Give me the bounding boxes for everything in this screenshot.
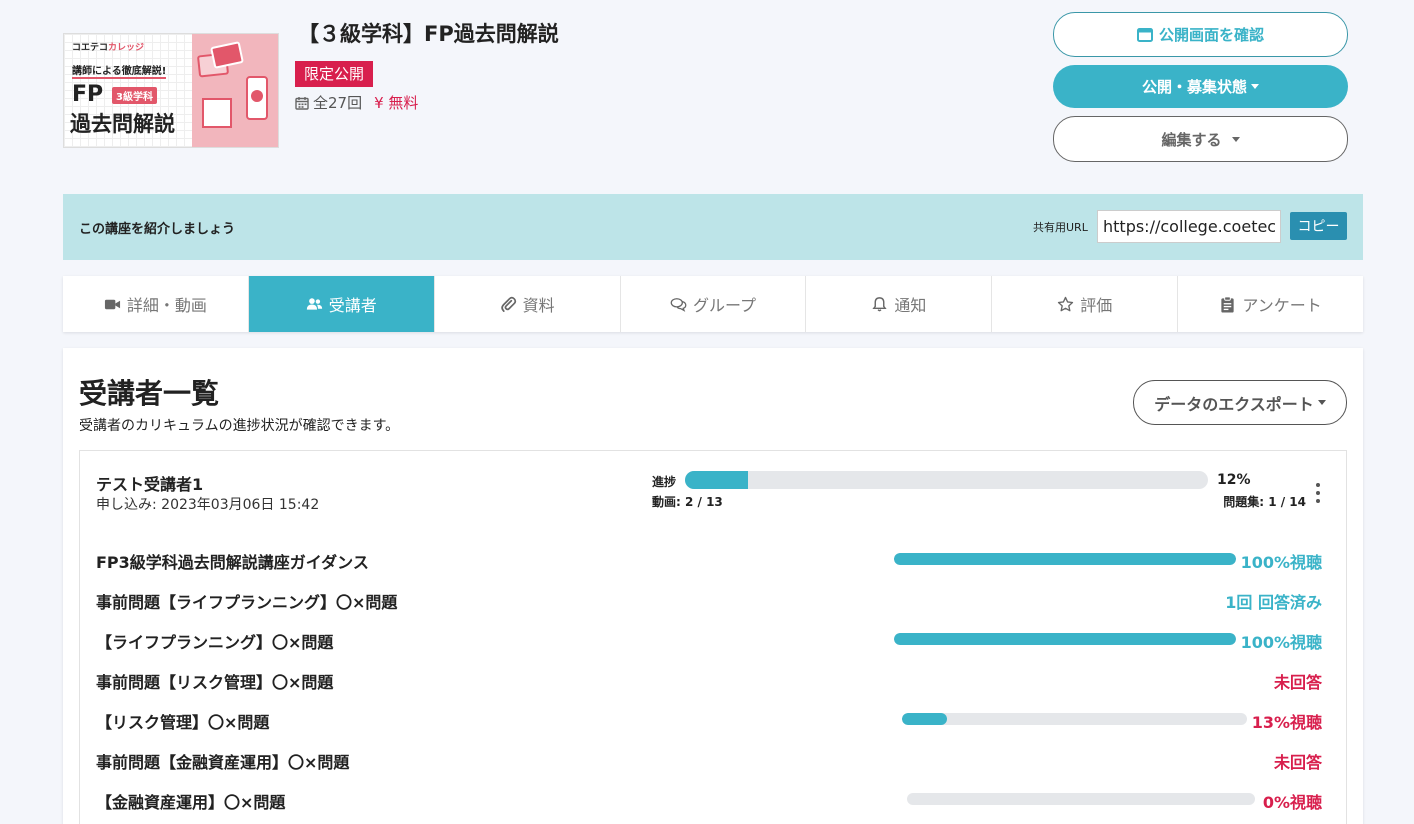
curriculum-row: 【金融資産運用】〇×問題 0%視聴 <box>96 787 1322 812</box>
curriculum-row: 事前問題【金融資産運用】〇×問題 未回答 <box>96 747 1322 772</box>
edit-button-label: 編集する <box>1161 130 1222 149</box>
tab-label: 通知 <box>894 296 927 315</box>
curriculum-status: 1回 回答済み <box>1225 593 1322 612</box>
curriculum-status: 13%視聴 <box>1251 713 1322 732</box>
edit-dropdown-button[interactable]: 編集する <box>1053 116 1348 162</box>
export-dropdown-button[interactable]: データのエクスポート <box>1133 380 1347 425</box>
curriculum-title: FP3級学科過去問解説講座ガイダンス <box>96 553 369 572</box>
preview-button[interactable]: 公開画面を確認 <box>1053 12 1348 57</box>
curriculum-status: 0%視聴 <box>1262 793 1322 812</box>
tab-label: 受講者 <box>328 296 377 315</box>
tab-label: 詳細・動画 <box>126 296 207 315</box>
progress-fill <box>894 553 1236 565</box>
thumbnail-badge: 3級学科 <box>112 87 157 104</box>
curriculum-title: 事前問題【リスク管理】〇×問題 <box>96 673 334 692</box>
tab-notifications[interactable]: 通知 <box>806 276 993 332</box>
status-button-label: 公開・募集状態 <box>1141 78 1247 96</box>
student-name: テスト受講者1 <box>96 475 204 494</box>
card-icon <box>210 41 244 69</box>
curriculum-status: 100%視聴 <box>1240 553 1322 572</box>
star-icon <box>1058 296 1074 311</box>
curriculum-title: 【ライフプランニング】〇×問題 <box>96 633 334 652</box>
visibility-badge: 限定公開 <box>295 61 374 87</box>
curriculum-title: 事前問題【金融資産運用】〇×問題 <box>96 753 350 772</box>
more-options-icon[interactable] <box>1313 483 1323 503</box>
course-price: ¥ 無料 <box>374 94 419 112</box>
chat-bubbles-icon <box>670 297 687 312</box>
tab-label: アンケート <box>1242 296 1322 315</box>
thumbnail-illustration <box>192 34 278 147</box>
video-count: 動画: 2 / 13 <box>652 495 723 509</box>
tab-groups[interactable]: グループ <box>621 276 807 332</box>
users-icon <box>306 297 322 310</box>
video-camera-icon <box>104 299 120 309</box>
curriculum-progress-bar <box>894 553 1236 565</box>
curriculum-row: 事前問題【リスク管理】〇×問題 未回答 <box>96 667 1322 692</box>
export-button-label: データのエクスポート <box>1154 394 1314 414</box>
curriculum-title: 【金融資産運用】〇×問題 <box>96 793 286 812</box>
caret-down-icon <box>1317 400 1326 405</box>
share-bar: この講座を紹介しましょう 共有用URL コピー <box>63 194 1363 260</box>
panel-description: 受講者のカリキュラムの進捗状況が確認できます。 <box>79 418 400 434</box>
tab-bar: 詳細・動画 受講者 資料 グループ 通知 評価 アンケート <box>63 276 1363 332</box>
tab-reviews[interactable]: 評価 <box>992 276 1179 332</box>
thumbnail-fp: FP <box>72 82 104 107</box>
share-url-field[interactable] <box>1097 210 1281 243</box>
tab-materials[interactable]: 資料 <box>435 276 621 332</box>
caret-down-icon <box>1231 136 1240 142</box>
thumbnail-brand: コエテコカレッジ <box>72 43 145 53</box>
curriculum-progress-bar <box>907 793 1255 805</box>
copy-button[interactable]: コピー <box>1290 212 1347 240</box>
status-dropdown-button[interactable]: 公開・募集状態 <box>1053 65 1348 108</box>
paperclip-icon <box>500 296 516 312</box>
curriculum-row: 【リスク管理】〇×問題 13%視聴 <box>96 707 1322 732</box>
curriculum-row: FP3級学科過去問解説講座ガイダンス 100%視聴 <box>96 547 1322 572</box>
curriculum-row: 事前問題【ライフプランニング】〇×問題 1回 回答済み <box>96 587 1322 612</box>
preview-button-label: 公開画面を確認 <box>1158 26 1264 44</box>
curriculum-progress-bar <box>902 713 1247 725</box>
house-icon <box>202 98 232 128</box>
curriculum-status: 未回答 <box>1273 753 1322 772</box>
curriculum-status: 未回答 <box>1273 673 1322 692</box>
tab-students[interactable]: 受講者 <box>248 276 435 332</box>
student-card: テスト受講者1 申し込み: 2023年03月06日 15:42 進捗 12% 動… <box>79 450 1347 824</box>
progress-fill <box>685 471 748 489</box>
tab-label: 評価 <box>1080 296 1113 315</box>
share-url-label: 共有用URL <box>1033 221 1088 234</box>
progress-percent: 12% <box>1217 472 1251 488</box>
panel-title: 受講者一覧 <box>79 377 220 410</box>
calendar-icon <box>295 96 309 110</box>
tab-label: グループ <box>692 296 757 315</box>
bell-icon <box>872 296 887 311</box>
curriculum-title: 【リスク管理】〇×問題 <box>96 713 270 732</box>
progress-label: 進捗 <box>652 475 677 489</box>
caret-down-icon <box>1251 84 1259 89</box>
clipboard-icon <box>1221 295 1235 313</box>
problem-count: 問題集: 1 / 14 <box>1223 495 1306 509</box>
tab-label: 資料 <box>522 296 555 315</box>
student-applied-date: 申し込み: 2023年03月06日 15:42 <box>96 497 320 513</box>
course-title: 【３級学科】FP過去問解説 <box>298 22 559 46</box>
course-thumbnail: コエテコカレッジ 講師による徹底解説! FP 3級学科 過去問解説 <box>63 33 279 148</box>
tab-survey[interactable]: アンケート <box>1178 276 1363 332</box>
share-text: この講座を紹介しましょう <box>79 222 236 237</box>
episode-count: 全27回 <box>313 94 363 112</box>
thumbnail-title: 過去問解説 <box>70 112 175 136</box>
student-progress-bar <box>685 471 1208 489</box>
progress-fill <box>902 713 947 725</box>
curriculum-progress-bar <box>894 633 1236 645</box>
smartphone-icon <box>246 76 268 120</box>
tab-details[interactable]: 詳細・動画 <box>63 276 249 332</box>
progress-fill <box>894 633 1236 645</box>
students-panel: 受講者一覧 受講者のカリキュラムの進捗状況が確認できます。 データのエクスポート… <box>63 348 1363 824</box>
curriculum-row: 【ライフプランニング】〇×問題 100%視聴 <box>96 627 1322 652</box>
window-icon <box>1136 27 1153 42</box>
course-meta: 全27回 ¥ 無料 <box>295 92 418 113</box>
thumbnail-subtitle: 講師による徹底解説! <box>72 62 167 79</box>
curriculum-status: 100%視聴 <box>1240 633 1322 652</box>
curriculum-title: 事前問題【ライフプランニング】〇×問題 <box>96 593 398 612</box>
